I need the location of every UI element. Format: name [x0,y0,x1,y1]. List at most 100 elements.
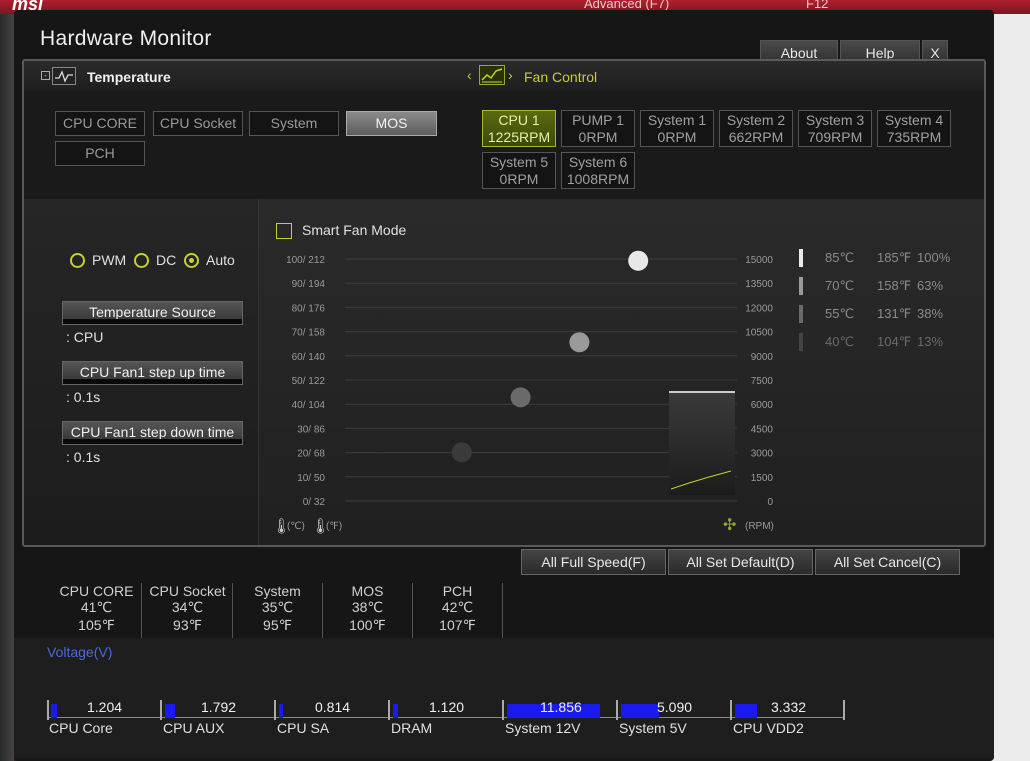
sensor-pch-button[interactable]: PCH [55,141,145,166]
fan-rpm: 1225RPM [487,129,551,145]
all-full-speed-button[interactable]: All Full Speed(F) [521,549,666,575]
fan-rpm: 0RPM [578,129,618,145]
fan-system6-button[interactable]: System 6 1008RPM [561,152,635,189]
temp-f: 93℉ [173,617,202,633]
mode-auto-radio[interactable] [184,253,199,268]
all-set-default-button[interactable]: All Set Default(D) [668,549,813,575]
temp-tick-label: 60/ 140 [292,352,326,363]
voltage-title: Voltage(V) [47,644,113,660]
fan-curve-point[interactable] [569,332,590,353]
fan-curve-point[interactable] [628,250,649,271]
voltage-value: 11.856 [540,699,582,715]
voltage-divider [274,700,276,720]
all-set-cancel-button[interactable]: All Set Cancel(C) [815,549,960,575]
temp-readout-pch: PCH 42℃ 107℉ [413,583,503,643]
fan-control-icon [479,65,505,85]
temperature-source-button[interactable]: Temperature Source [62,301,243,325]
fan-rpm: 709RPM [807,129,863,145]
temp-f: 95℉ [263,617,292,633]
temp-readout-system: System 35℃ 95℉ [233,583,323,643]
fan-system3-button[interactable]: System 3 709RPM [798,110,872,147]
temp-tick-label: 0/ 32 [303,497,326,508]
legend-f: 185℉ [877,250,912,265]
mode-auto-label: Auto [206,252,235,268]
fan-curve-point[interactable] [451,442,472,463]
voltage-value: 5.090 [657,699,693,715]
voltage-label: System 12V [505,720,581,736]
unit-celsius: (℃) [287,521,305,532]
fan-system2-button[interactable]: System 2 662RPM [719,110,793,147]
temp-f: 105℉ [78,617,115,633]
fan-cpu1-button[interactable]: CPU 1 1225RPM [482,110,556,147]
legend-c: 70℃ [825,278,855,293]
fan-curve-point[interactable] [510,387,531,408]
voltage-bar-dram [393,704,398,718]
hardware-monitor-window: Hardware Monitor About Help X - Temperat… [14,10,994,761]
fan-name: System 1 [647,112,707,128]
legend-pct: 100% [917,250,951,265]
bios-background-left [0,14,14,761]
fan-system5-button[interactable]: System 5 0RPM [482,152,556,189]
legend-bar-100 [799,249,803,267]
sensor-cpu-core-button[interactable]: CPU CORE [55,111,145,136]
voltage-label: CPU Core [49,720,113,736]
step-down-time-button[interactable]: CPU Fan1 step down time [62,421,243,445]
fan-name: System 4 [884,112,944,128]
temp-name: CPU Socket [149,583,226,599]
temp-tick-label: 40/ 104 [292,400,326,411]
legend-c: 55℃ [825,306,855,321]
temp-f: 100℉ [349,617,386,633]
collapse-icon[interactable]: - [41,71,50,80]
voltage-divider [388,700,390,720]
legend-bar-38 [799,305,803,323]
legend-c: 40℃ [825,334,855,349]
temp-f: 107℉ [439,617,476,633]
temp-c: 35℃ [261,599,294,615]
fan-next-arrow-icon[interactable]: › [508,67,513,83]
temp-c: 34℃ [171,599,204,615]
voltage-bar-cpu-sa [279,704,283,718]
step-up-time-button[interactable]: CPU Fan1 step up time [62,361,243,385]
voltage-label: DRAM [391,720,433,736]
voltage-section: Voltage(V) 1.204 CPU Core 1.792 CPU AUX … [14,638,994,758]
temp-tick-label: 50/ 122 [292,376,326,387]
legend-pct: 13% [917,334,944,349]
fan-system4-button[interactable]: System 4 735RPM [877,110,951,147]
fan-name: System 6 [568,154,628,170]
rpm-tick-label: 7500 [751,376,774,387]
rpm-tick-label: 12000 [745,303,773,314]
voltage-value: 3.332 [771,699,807,715]
temp-readout-mos: MOS 38℃ 100℉ [323,583,413,643]
temp-name: MOS [351,583,384,599]
legend-f: 131℉ [877,306,912,321]
fan-prev-arrow-icon[interactable]: ‹ [467,67,472,83]
legend-bar-13 [799,333,803,351]
legend-f: 158℉ [877,278,912,293]
fan-system1-button[interactable]: System 1 0RPM [640,110,714,147]
fan-pump1-button[interactable]: PUMP 1 0RPM [561,110,635,147]
fan-name: CPU 1 [498,112,540,128]
voltage-label: CPU SA [277,720,330,736]
rpm-tick-label: 10500 [745,328,773,339]
voltage-bar-system-5v [621,704,659,718]
mode-dc-radio[interactable] [134,253,149,268]
fan-rpm: 0RPM [499,171,539,187]
temp-tick-label: 10/ 50 [297,473,325,484]
voltage-value: 0.814 [315,699,351,715]
monitor-panel: - Temperature ‹ › Fan Control CPU CORE C… [22,59,986,547]
temp-tick-label: 90/ 194 [292,279,326,290]
unit-rpm: (RPM) [745,521,774,532]
temp-readout-cpu-core: CPU CORE 41℃ 105℉ [52,583,142,643]
voltage-divider [160,700,162,720]
fan-rpm: 0RPM [657,129,697,145]
rpm-tick-label: 6000 [751,400,774,411]
sensor-mos-button[interactable]: MOS [346,111,437,136]
rpm-tick-label: 4500 [751,424,774,435]
sensor-system-button[interactable]: System [249,111,339,136]
sensor-cpu-socket-button[interactable]: CPU Socket [153,111,243,136]
temp-readout-cpu-socket: CPU Socket 34℃ 93℉ [143,583,233,643]
temp-name: PCH [442,583,473,599]
temperature-source-label: Temperature Source [89,304,216,320]
temp-name: System [254,583,301,599]
mode-pwm-radio[interactable] [70,253,85,268]
